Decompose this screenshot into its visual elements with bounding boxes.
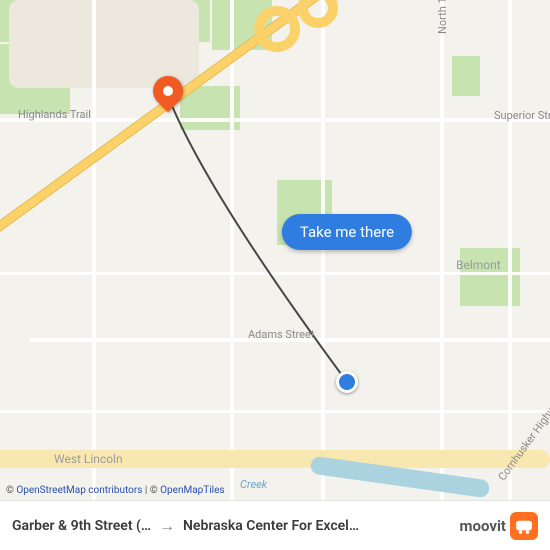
origin-marker[interactable] bbox=[336, 371, 358, 393]
road-label-cornhusker: Cornhusker Highway bbox=[496, 394, 550, 483]
road bbox=[230, 0, 234, 500]
take-me-there-button[interactable]: Take me there bbox=[282, 214, 412, 250]
interchange-loop bbox=[254, 6, 300, 52]
road bbox=[0, 410, 550, 413]
brand-block[interactable]: moovit bbox=[460, 512, 538, 540]
road bbox=[92, 0, 96, 500]
destination-pin[interactable] bbox=[153, 76, 183, 106]
road-label-n14th: North 14th Street bbox=[436, 0, 449, 34]
brand-name: moovit bbox=[460, 517, 506, 535]
area-label-belmont: Belmont bbox=[456, 258, 501, 272]
to-label[interactable]: Nebraska Center For Excell… bbox=[183, 518, 361, 534]
map-attribution: © OpenStreetMap contributors | © OpenMap… bbox=[6, 485, 225, 496]
road bbox=[321, 0, 325, 500]
road bbox=[440, 0, 444, 500]
arrow-icon: → bbox=[159, 516, 175, 536]
interchange-loop bbox=[298, 0, 338, 28]
moovit-logo-icon bbox=[510, 512, 538, 540]
road-label-superior: Superior Street bbox=[494, 109, 550, 122]
openmaptiles-link[interactable]: OpenMapTiles bbox=[160, 485, 224, 496]
pin-icon bbox=[147, 70, 189, 112]
creek-label: Creek bbox=[240, 478, 267, 491]
area-label-west-lincoln: West Lincoln bbox=[54, 452, 123, 466]
road-label-adams: Adams Street bbox=[248, 328, 314, 341]
road-label-highlands: Highlands Trail bbox=[18, 108, 91, 121]
osm-link[interactable]: OpenStreetMap contributors bbox=[16, 485, 142, 496]
app-root: Highlands Trail Superior Street Adams St… bbox=[0, 0, 550, 550]
park-patch bbox=[452, 56, 480, 96]
map-canvas[interactable]: Highlands Trail Superior Street Adams St… bbox=[0, 0, 550, 500]
attribution-sep: | © bbox=[142, 485, 160, 496]
from-label[interactable]: Garber & 9th Street (… bbox=[12, 518, 151, 534]
bottom-bar: Garber & 9th Street (… → Nebraska Center… bbox=[0, 500, 550, 550]
road bbox=[0, 272, 550, 275]
attribution-prefix: © bbox=[6, 485, 16, 496]
road bbox=[508, 0, 512, 500]
